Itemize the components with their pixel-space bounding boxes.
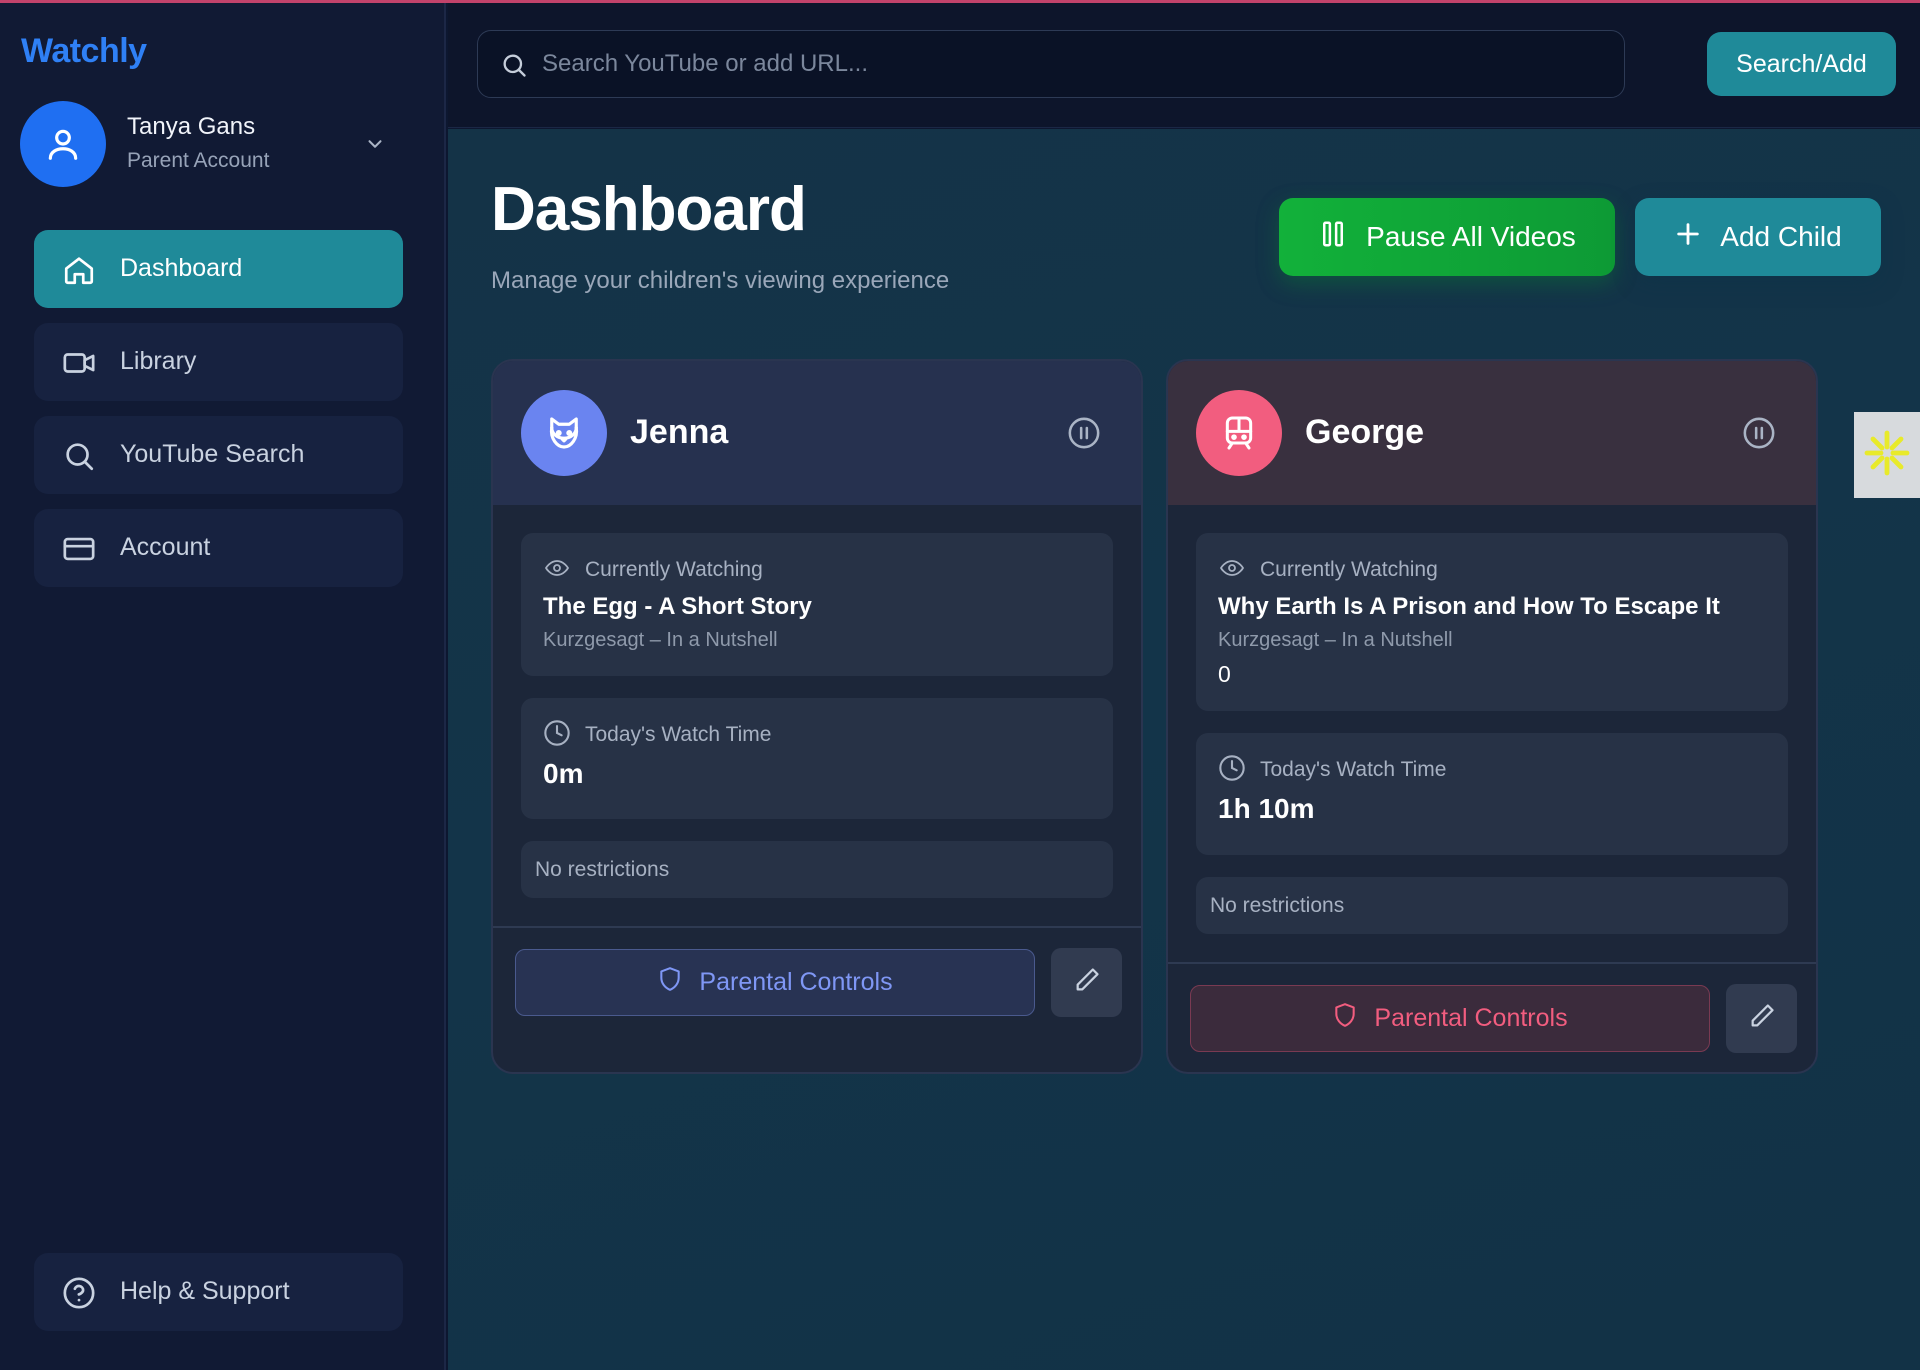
user-role: Parent Account: [127, 149, 270, 172]
chevron-down-icon[interactable]: [360, 129, 390, 159]
pause-icon: [1318, 218, 1348, 257]
sidebar-item-label: Dashboard: [120, 254, 243, 282]
pencil-icon: [1073, 966, 1101, 999]
video-channel: Kurzgesagt – In a Nutshell: [1218, 629, 1453, 651]
video-camera-icon: [62, 346, 96, 380]
watch-time-value: 1h 10m: [1218, 793, 1315, 824]
sidebar-item-label: YouTube Search: [120, 440, 305, 468]
child-card-header: Jenna: [493, 361, 1141, 505]
home-icon: [62, 253, 96, 287]
search-input[interactable]: [542, 31, 1602, 97]
parental-controls-label: Parental Controls: [699, 968, 893, 996]
sidebar-item-youtube-search[interactable]: YouTube Search: [34, 416, 403, 494]
top-accent-line: [0, 0, 1920, 3]
currently-watching-panel: Currently Watching Why Earth Is A Prison…: [1196, 533, 1788, 711]
shield-icon: [657, 965, 683, 1000]
sidebar-item-label: Help & Support: [120, 1277, 290, 1305]
cat-face-icon: [549, 417, 579, 449]
restrictions-text: No restrictions: [1210, 894, 1345, 917]
page-title: Dashboard: [491, 175, 807, 244]
restrictions-text: No restrictions: [535, 858, 670, 881]
user-avatar: [20, 101, 106, 187]
watch-time-header: Today's Watch Time: [543, 719, 772, 752]
edit-child-button[interactable]: [1051, 948, 1122, 1017]
eye-icon: [543, 556, 571, 585]
edit-child-button[interactable]: [1726, 984, 1797, 1053]
shield-icon: [1332, 1001, 1358, 1036]
video-channel: Kurzgesagt – In a Nutshell: [543, 629, 778, 651]
sidebar-item-label: Account: [120, 533, 211, 561]
app-logo[interactable]: Watchly: [21, 32, 147, 71]
user-menu[interactable]: Tanya Gans Parent Account: [20, 101, 420, 187]
video-progress-value: 0: [1218, 661, 1231, 687]
search-add-button[interactable]: Search/Add: [1707, 32, 1896, 96]
restrictions-panel: No restrictions: [521, 841, 1113, 898]
child-card-header: George: [1168, 361, 1816, 505]
divider: [493, 926, 1141, 928]
watch-time-panel: Today's Watch Time 1h 10m: [1196, 733, 1788, 855]
watch-time-header: Today's Watch Time: [1218, 754, 1447, 787]
pause-circle-icon[interactable]: [1742, 416, 1776, 450]
child-name: Jenna: [630, 413, 729, 451]
sparkle-icon: [1863, 429, 1911, 482]
sidebar-item-label: Library: [120, 347, 197, 375]
pause-circle-icon[interactable]: [1067, 416, 1101, 450]
currently-watching-header: Currently Watching: [543, 555, 763, 585]
parental-controls-button[interactable]: Parental Controls: [515, 949, 1035, 1016]
floating-widget[interactable]: [1854, 412, 1920, 498]
parental-controls-button[interactable]: Parental Controls: [1190, 985, 1710, 1052]
restrictions-panel: No restrictions: [1196, 877, 1788, 934]
sidebar: Watchly Tanya Gans Parent Account Dashbo…: [0, 0, 446, 1370]
pencil-icon: [1748, 1002, 1776, 1035]
parental-controls-label: Parental Controls: [1374, 1004, 1568, 1032]
search-icon: [62, 439, 96, 473]
top-bar: Search/Add: [448, 0, 1920, 128]
search-box[interactable]: [477, 30, 1625, 98]
sidebar-item-help[interactable]: Help & Support: [34, 1253, 403, 1331]
video-title[interactable]: Why Earth Is A Prison and How To Escape …: [1218, 593, 1720, 621]
clock-icon: [1218, 754, 1246, 787]
child-avatar: [1196, 390, 1282, 476]
child-name: George: [1305, 413, 1425, 451]
currently-watching-header: Currently Watching: [1218, 555, 1438, 585]
eye-icon: [1218, 556, 1246, 585]
currently-watching-label: Currently Watching: [585, 558, 763, 581]
clock-icon: [543, 719, 571, 752]
child-card-george: George Currently Watching Why Earth Is A…: [1166, 359, 1818, 1074]
child-card-jenna: Jenna Currently Watching The Egg - A Sho…: [491, 359, 1143, 1074]
watch-time-label: Today's Watch Time: [585, 723, 772, 746]
user-icon: [48, 129, 78, 160]
pause-all-label: Pause All Videos: [1366, 221, 1576, 252]
add-child-button[interactable]: Add Child: [1635, 198, 1881, 276]
video-title[interactable]: The Egg - A Short Story: [543, 593, 812, 621]
credit-card-icon: [62, 532, 96, 566]
help-circle-icon: [62, 1276, 96, 1310]
sidebar-item-account[interactable]: Account: [34, 509, 403, 587]
search-icon: [498, 49, 530, 81]
sidebar-item-dashboard[interactable]: Dashboard: [34, 230, 403, 308]
sidebar-item-library[interactable]: Library: [34, 323, 403, 401]
train-icon: [1225, 416, 1253, 450]
currently-watching-panel: Currently Watching The Egg - A Short Sto…: [521, 533, 1113, 676]
child-avatar: [521, 390, 607, 476]
add-child-label: Add Child: [1720, 221, 1842, 252]
plus-icon: [1674, 220, 1702, 255]
user-name: Tanya Gans: [127, 113, 256, 140]
watch-time-label: Today's Watch Time: [1260, 758, 1447, 781]
watch-time-value: 0m: [543, 758, 584, 789]
divider: [1168, 962, 1816, 964]
page-subtitle: Manage your children's viewing experienc…: [491, 267, 950, 294]
main-content: Dashboard Manage your children's viewing…: [448, 129, 1920, 1370]
watch-time-panel: Today's Watch Time 0m: [521, 698, 1113, 819]
pause-all-videos-button[interactable]: Pause All Videos: [1279, 198, 1615, 276]
currently-watching-label: Currently Watching: [1260, 558, 1438, 581]
